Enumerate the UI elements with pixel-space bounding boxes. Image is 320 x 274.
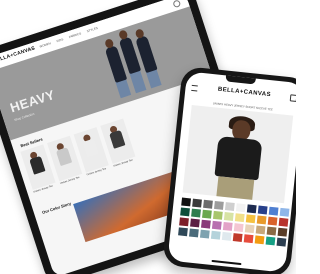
color-swatch[interactable]	[266, 226, 277, 236]
color-swatch[interactable]	[180, 207, 190, 217]
color-swatch[interactable]	[210, 230, 221, 240]
color-swatch[interactable]	[276, 237, 287, 247]
color-swatch[interactable]	[244, 224, 255, 234]
cart-icon[interactable]	[289, 94, 296, 102]
color-swatch[interactable]	[203, 199, 213, 209]
color-swatch[interactable]	[257, 205, 268, 215]
search-icon[interactable]	[172, 0, 182, 9]
color-swatch[interactable]	[278, 217, 289, 227]
color-swatch-grid	[178, 197, 290, 247]
color-swatch[interactable]	[202, 209, 212, 219]
product-photo[interactable]	[182, 105, 294, 204]
color-swatch[interactable]	[277, 227, 288, 237]
phone-screen: BELLA+CANVAS UNISEX HEAVY JERSEY SHORT S…	[167, 71, 296, 273]
product-mockup: BELLA+CANVAS MEN WOMEN KIDS FABRICS STYL…	[0, 0, 296, 274]
color-swatch[interactable]	[200, 219, 211, 229]
model-pants	[216, 176, 255, 200]
home-indicator	[211, 259, 242, 266]
phone-device: BELLA+CANVAS UNISEX HEAVY JERSEY SHORT S…	[161, 65, 296, 274]
color-swatch[interactable]	[246, 204, 257, 214]
nav-item-fabrics[interactable]: FABRICS	[68, 31, 81, 39]
nav-item-women[interactable]: WOMEN	[39, 41, 52, 48]
color-swatch[interactable]	[178, 227, 188, 237]
shirt-thumbnail	[55, 147, 73, 167]
color-swatch[interactable]	[191, 208, 201, 218]
color-swatch[interactable]	[243, 234, 254, 244]
color-swatch[interactable]	[245, 214, 256, 224]
color-swatch[interactable]	[190, 218, 200, 228]
color-story-heading: Our Color Story	[41, 200, 72, 215]
color-swatch[interactable]	[254, 235, 265, 245]
shirt-thumbnail	[109, 129, 126, 149]
color-swatch[interactable]	[267, 216, 278, 226]
color-swatch[interactable]	[224, 202, 235, 211]
color-swatch[interactable]	[214, 200, 224, 210]
nav-item-kids[interactable]: KIDS	[56, 37, 64, 43]
shirt-thumbnail	[82, 138, 99, 158]
color-swatch[interactable]	[212, 210, 223, 220]
model-black-tee	[214, 135, 263, 181]
color-swatch[interactable]	[268, 206, 279, 216]
color-swatch[interactable]	[179, 217, 189, 227]
color-swatch[interactable]	[221, 231, 232, 241]
shirt-thumbnail	[29, 155, 46, 175]
color-swatch[interactable]	[279, 207, 290, 217]
color-swatch[interactable]	[235, 203, 246, 213]
color-swatch[interactable]	[199, 229, 210, 239]
color-swatch[interactable]	[232, 233, 243, 242]
color-swatch[interactable]	[265, 236, 276, 246]
color-swatch[interactable]	[222, 221, 233, 231]
color-swatch[interactable]	[189, 228, 199, 238]
color-swatch[interactable]	[181, 197, 191, 207]
color-swatch[interactable]	[223, 212, 234, 221]
nav-item-styles[interactable]: STYLES	[86, 26, 98, 33]
color-swatch[interactable]	[255, 225, 266, 235]
color-swatch[interactable]	[256, 215, 267, 225]
color-swatch[interactable]	[233, 223, 244, 233]
color-swatch[interactable]	[234, 213, 245, 223]
color-swatch[interactable]	[211, 220, 222, 230]
color-swatch[interactable]	[192, 198, 202, 208]
phone-brand-logo[interactable]: BELLA+CANVAS	[185, 83, 296, 101]
